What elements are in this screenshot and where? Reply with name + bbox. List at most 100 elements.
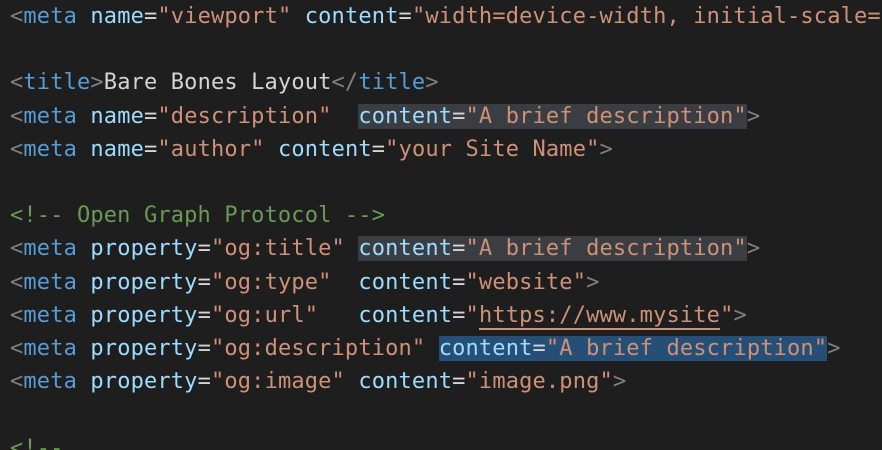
code-token: = xyxy=(452,369,466,395)
code-token: = xyxy=(532,336,546,361)
code-token: "og:url" xyxy=(210,302,319,328)
code-token: = xyxy=(452,236,466,262)
code-token: < xyxy=(10,70,24,96)
code-token: property xyxy=(90,269,198,295)
code-token: = xyxy=(144,4,158,29)
code-token: property xyxy=(90,336,198,361)
code-line[interactable]: <meta property="og:description" content=… xyxy=(10,332,841,365)
code-line[interactable]: <meta property="og:image" content="image… xyxy=(10,365,626,398)
code-line[interactable]: <!-- xyxy=(10,432,64,450)
code-token: = xyxy=(452,103,466,129)
code-token: > xyxy=(827,336,841,361)
code-token: "og:type" xyxy=(210,269,332,295)
code-token: = xyxy=(197,302,211,328)
code-token: > xyxy=(746,236,761,262)
code-token: > xyxy=(733,302,747,328)
code-token: title xyxy=(23,70,91,96)
code-token: "your Site Name" xyxy=(385,136,600,162)
code-line[interactable]: <meta name="author" content="your Site N… xyxy=(10,133,613,166)
code-token: = xyxy=(144,136,158,162)
code-token: <!-- Open Graph Protocol --> xyxy=(10,203,386,229)
code-token: "image.png" xyxy=(465,369,613,395)
code-token: < xyxy=(10,369,24,395)
code-token: < xyxy=(10,302,24,328)
code-token: meta xyxy=(23,4,77,29)
code-token: > xyxy=(612,369,627,395)
code-line[interactable]: <meta property="og:type" content="websit… xyxy=(10,266,600,299)
code-line[interactable]: <title>Bare Bones Layout</title> xyxy=(10,66,439,99)
code-line[interactable]: <meta name="viewport" content="width=dev… xyxy=(10,0,882,33)
code-token: name xyxy=(90,4,144,29)
code-line[interactable]: <meta property="og:url" content="https:/… xyxy=(10,299,747,332)
code-token: content xyxy=(358,269,453,295)
code-token: > xyxy=(90,70,104,96)
code-line[interactable]: <meta name="description" content="A brie… xyxy=(10,100,760,133)
code-token: "website" xyxy=(465,269,587,295)
code-line[interactable]: <!-- Open Graph Protocol --> xyxy=(10,199,385,232)
code-token: > xyxy=(586,269,600,295)
code-token: = xyxy=(144,103,158,129)
code-token: = xyxy=(197,269,211,295)
code-token: "og:description" xyxy=(210,336,426,361)
code-token: property xyxy=(90,302,198,328)
code-token: content xyxy=(438,336,533,361)
code-token: > xyxy=(425,70,439,96)
code-token: content xyxy=(358,236,453,262)
code-token: < xyxy=(10,269,24,295)
code-token: title xyxy=(358,70,426,96)
code-token: content xyxy=(358,302,453,328)
code-token: content xyxy=(277,136,372,162)
code-token: < xyxy=(10,236,24,262)
code-token: name xyxy=(90,136,144,162)
code-token: < xyxy=(10,136,24,162)
code-token: = xyxy=(371,136,386,162)
code-token: "description" xyxy=(157,103,332,129)
code-token: < xyxy=(10,336,24,361)
code-token: https://www.mysite xyxy=(478,302,721,330)
code-token: = xyxy=(197,336,211,361)
code-token: "A brief description" xyxy=(465,236,747,262)
code-line[interactable]: <meta property="og:title" content="A bri… xyxy=(10,232,760,265)
code-token: property xyxy=(90,369,198,395)
code-token: = xyxy=(452,302,466,328)
code-token: "A brief description" xyxy=(465,103,747,129)
code-token: = xyxy=(197,369,211,395)
code-editor[interactable]: <meta name="viewport" content="width=dev… xyxy=(0,0,882,450)
code-token: > xyxy=(746,103,761,129)
code-token: content xyxy=(358,103,453,129)
code-token: property xyxy=(90,236,198,262)
code-token: meta xyxy=(23,103,77,129)
code-token: = xyxy=(452,269,466,295)
code-token: <!-- xyxy=(10,435,64,450)
code-token: meta xyxy=(23,369,77,395)
code-token: "width=device-width, initial-scale=1 xyxy=(411,4,882,29)
code-token: meta xyxy=(23,269,77,295)
code-token: meta xyxy=(23,136,77,162)
code-token: meta xyxy=(23,336,77,361)
code-token: = xyxy=(197,236,211,262)
code-token: "author" xyxy=(157,136,265,162)
code-token: " xyxy=(465,302,479,328)
code-token: </ xyxy=(331,70,359,96)
code-token: content xyxy=(358,369,453,395)
code-token: "viewport" xyxy=(157,4,292,29)
code-token: Bare Bones Layout xyxy=(103,70,332,96)
code-token: meta xyxy=(23,236,77,262)
code-token: < xyxy=(10,103,24,129)
code-token: = xyxy=(398,4,412,29)
